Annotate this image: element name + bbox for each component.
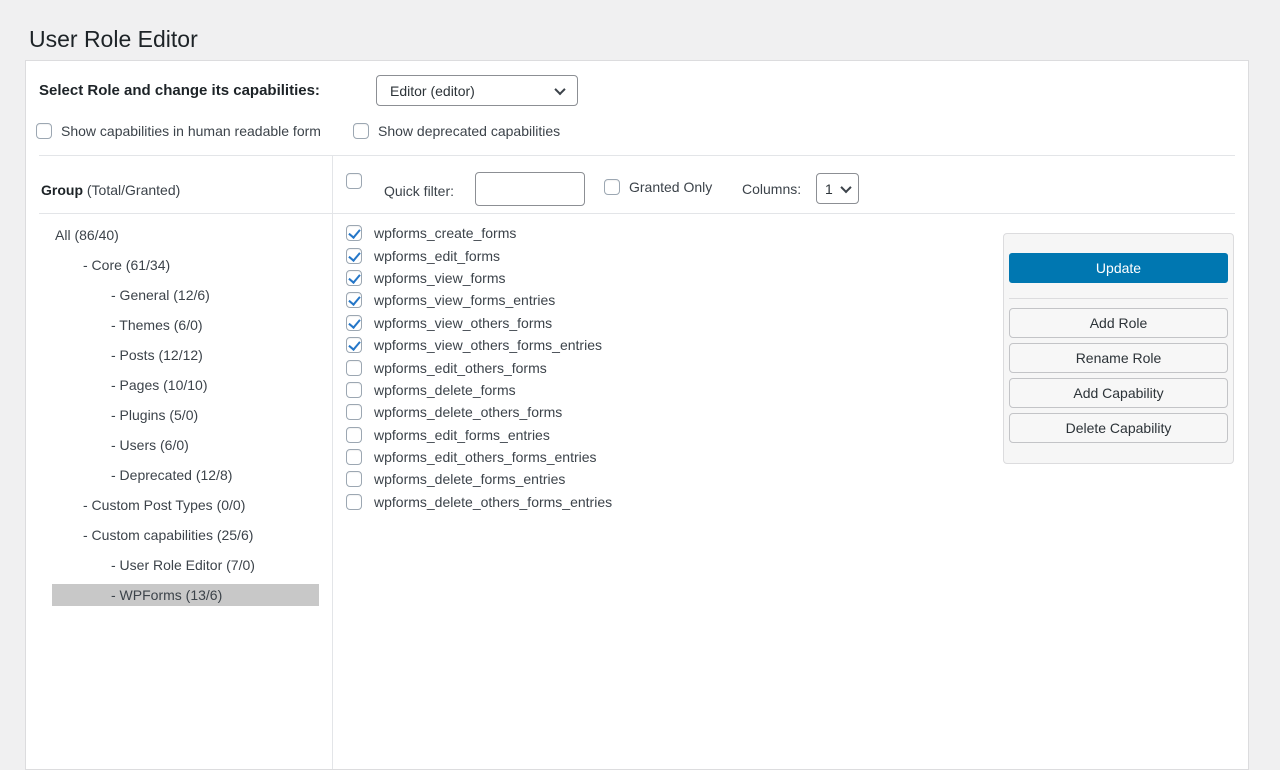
capability-label: wpforms_delete_forms_entries bbox=[374, 471, 565, 487]
capability-checkbox[interactable] bbox=[346, 360, 362, 376]
group-tree-item[interactable]: - Core (61/34) bbox=[52, 254, 319, 276]
columns-select[interactable]: 1 bbox=[816, 173, 859, 204]
quick-filter-label: Quick filter: bbox=[384, 183, 454, 199]
divider bbox=[39, 155, 1235, 156]
capability-row[interactable]: wpforms_view_forms_entries bbox=[346, 289, 612, 311]
group-tree-item[interactable]: - Custom capabilities (25/6) bbox=[52, 524, 319, 546]
granted-only-label: Granted Only bbox=[629, 179, 712, 195]
deprecated-checkbox[interactable] bbox=[353, 123, 369, 139]
group-tree: All (86/40) - Core (61/34) - General (12… bbox=[52, 224, 319, 614]
quick-filter-input[interactable] bbox=[475, 172, 585, 206]
role-select[interactable]: Editor (editor) bbox=[376, 75, 578, 106]
add-role-button[interactable]: Add Role bbox=[1009, 308, 1228, 338]
capability-label: wpforms_delete_forms bbox=[374, 382, 516, 398]
actions-panel: Update Add Role Rename Role Add Capabili… bbox=[1003, 233, 1234, 464]
capability-checkbox[interactable] bbox=[346, 404, 362, 420]
capability-checkbox[interactable] bbox=[346, 382, 362, 398]
capability-checkbox[interactable] bbox=[346, 248, 362, 264]
columns-label: Columns: bbox=[742, 181, 801, 197]
group-tree-item[interactable]: - User Role Editor (7/0) bbox=[52, 554, 319, 576]
group-header-title: Group bbox=[41, 182, 83, 198]
capability-label: wpforms_delete_others_forms_entries bbox=[374, 494, 612, 510]
column-divider bbox=[332, 156, 333, 769]
capability-label: wpforms_edit_others_forms bbox=[374, 360, 547, 376]
capability-row[interactable]: wpforms_edit_forms bbox=[346, 244, 612, 266]
capability-row[interactable]: wpforms_delete_forms_entries bbox=[346, 468, 612, 490]
granted-only-checkbox[interactable] bbox=[604, 179, 620, 195]
capability-label: wpforms_view_others_forms_entries bbox=[374, 337, 602, 353]
capability-checkbox[interactable] bbox=[346, 427, 362, 443]
capability-checkbox[interactable] bbox=[346, 270, 362, 286]
role-select-label: Select Role and change its capabilities: bbox=[39, 82, 320, 99]
capability-row[interactable]: wpforms_view_others_forms bbox=[346, 312, 612, 334]
deprecated-label: Show deprecated capabilities bbox=[378, 123, 560, 139]
divider bbox=[1009, 298, 1228, 299]
capability-row[interactable]: wpforms_delete_forms bbox=[346, 379, 612, 401]
update-button[interactable]: Update bbox=[1009, 253, 1228, 283]
capability-label: wpforms_view_others_forms bbox=[374, 315, 552, 331]
human-readable-option[interactable]: Show capabilities in human readable form bbox=[36, 123, 321, 139]
capability-row[interactable]: wpforms_delete_others_forms bbox=[346, 401, 612, 423]
group-tree-item[interactable]: - Themes (6/0) bbox=[52, 314, 319, 336]
group-tree-item[interactable]: - WPForms (13/6) bbox=[52, 584, 319, 606]
group-tree-item[interactable]: - Users (6/0) bbox=[52, 434, 319, 456]
capability-row[interactable]: wpforms_delete_others_forms_entries bbox=[346, 491, 612, 513]
delete-capability-button[interactable]: Delete Capability bbox=[1009, 413, 1228, 443]
page-title: User Role Editor bbox=[29, 25, 198, 55]
group-tree-header: Group (Total/Granted) bbox=[41, 182, 180, 198]
columns-select-value: 1 bbox=[825, 181, 833, 197]
capability-label: wpforms_view_forms bbox=[374, 270, 505, 286]
capabilities-list: wpforms_create_forms wpforms_edit_forms … bbox=[346, 222, 612, 513]
group-tree-item[interactable]: - Deprecated (12/8) bbox=[52, 464, 319, 486]
chevron-down-icon bbox=[554, 83, 565, 94]
add-capability-button[interactable]: Add Capability bbox=[1009, 378, 1228, 408]
capability-checkbox[interactable] bbox=[346, 337, 362, 353]
user-role-editor-panel: Select Role and change its capabilities:… bbox=[25, 60, 1249, 770]
group-tree-item[interactable]: - Posts (12/12) bbox=[52, 344, 319, 366]
capability-row[interactable]: wpforms_view_forms bbox=[346, 267, 612, 289]
group-tree-item[interactable]: - Pages (10/10) bbox=[52, 374, 319, 396]
capability-row[interactable]: wpforms_view_others_forms_entries bbox=[346, 334, 612, 356]
select-all-checkbox[interactable] bbox=[346, 173, 362, 189]
group-tree-item[interactable]: - General (12/6) bbox=[52, 284, 319, 306]
capability-label: wpforms_edit_others_forms_entries bbox=[374, 449, 597, 465]
capability-checkbox[interactable] bbox=[346, 292, 362, 308]
capability-label: wpforms_edit_forms_entries bbox=[374, 427, 550, 443]
capability-checkbox[interactable] bbox=[346, 449, 362, 465]
capability-label: wpforms_create_forms bbox=[374, 225, 516, 241]
capability-checkbox[interactable] bbox=[346, 494, 362, 510]
human-readable-checkbox[interactable] bbox=[36, 123, 52, 139]
capability-label: wpforms_edit_forms bbox=[374, 248, 500, 264]
chevron-down-icon bbox=[840, 181, 851, 192]
divider bbox=[39, 213, 1235, 214]
capability-label: wpforms_view_forms_entries bbox=[374, 292, 555, 308]
granted-only-option[interactable]: Granted Only bbox=[604, 179, 712, 195]
group-tree-item[interactable]: - Plugins (5/0) bbox=[52, 404, 319, 426]
capability-row[interactable]: wpforms_edit_others_forms_entries bbox=[346, 446, 612, 468]
deprecated-option[interactable]: Show deprecated capabilities bbox=[353, 123, 560, 139]
capability-checkbox[interactable] bbox=[346, 225, 362, 241]
group-tree-item[interactable]: All (86/40) bbox=[52, 224, 319, 246]
capability-row[interactable]: wpforms_edit_others_forms bbox=[346, 356, 612, 378]
rename-role-button[interactable]: Rename Role bbox=[1009, 343, 1228, 373]
group-tree-item[interactable]: - Custom Post Types (0/0) bbox=[52, 494, 319, 516]
group-header-suffix: (Total/Granted) bbox=[87, 182, 180, 198]
capability-row[interactable]: wpforms_edit_forms_entries bbox=[346, 424, 612, 446]
capability-checkbox[interactable] bbox=[346, 471, 362, 487]
capability-checkbox[interactable] bbox=[346, 315, 362, 331]
role-select-value: Editor (editor) bbox=[390, 83, 475, 99]
capability-label: wpforms_delete_others_forms bbox=[374, 404, 562, 420]
human-readable-label: Show capabilities in human readable form bbox=[61, 123, 321, 139]
capability-row[interactable]: wpforms_create_forms bbox=[346, 222, 612, 244]
